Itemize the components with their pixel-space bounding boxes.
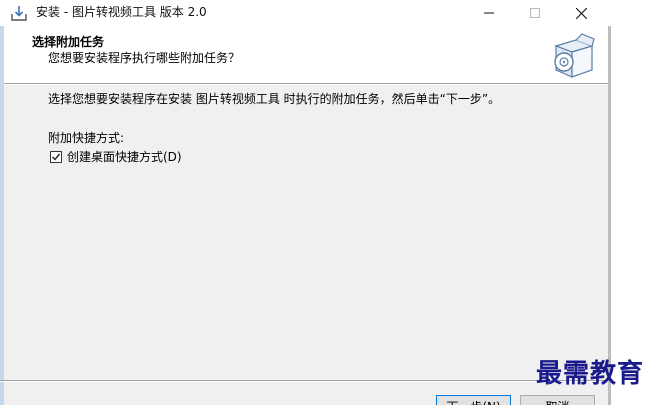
minimize-button[interactable] xyxy=(466,0,512,26)
minimize-icon xyxy=(484,8,494,18)
background-area xyxy=(611,26,657,405)
maximize-button[interactable] xyxy=(512,0,558,26)
instruction-text: 选择您想要安装程序在安装 图片转视频工具 时执行的附加任务，然后单击“下一步”。 xyxy=(48,92,501,106)
shortcuts-group-label: 附加快捷方式: xyxy=(48,131,125,145)
setup-box-icon xyxy=(548,30,598,80)
wizard-header: 选择附加任务 您想要安装程序执行哪些附加任务？ xyxy=(0,26,608,83)
title-bar: 安装 - 图片转视频工具 版本 2.0 xyxy=(0,0,657,26)
left-accent-strip xyxy=(0,26,4,405)
page-title: 选择附加任务 xyxy=(32,35,105,49)
desktop-shortcut-checkbox[interactable] xyxy=(50,151,62,163)
installer-icon xyxy=(10,4,28,22)
cancel-button[interactable]: 取消 xyxy=(520,395,595,405)
close-icon xyxy=(575,7,587,19)
header-divider-highlight xyxy=(0,84,608,85)
desktop-shortcut-label[interactable]: 创建桌面快捷方式(D) xyxy=(67,150,182,165)
installer-window: 安装 - 图片转视频工具 版本 2.0 选择附加任务 您想要安装程序执行哪些附加… xyxy=(0,0,657,405)
close-button[interactable] xyxy=(558,0,604,26)
desktop-shortcut-option[interactable]: 创建桌面快捷方式(D) xyxy=(50,149,182,165)
maximize-icon xyxy=(530,8,540,18)
watermark-text: 最需教育 xyxy=(536,359,645,389)
page-subtitle: 您想要安装程序执行哪些附加任务？ xyxy=(48,51,241,65)
footer-divider-highlight xyxy=(0,381,608,382)
next-button[interactable]: 下一步(N) xyxy=(436,395,511,405)
checkmark-icon xyxy=(52,153,61,161)
window-title: 安装 - 图片转视频工具 版本 2.0 xyxy=(36,5,207,19)
